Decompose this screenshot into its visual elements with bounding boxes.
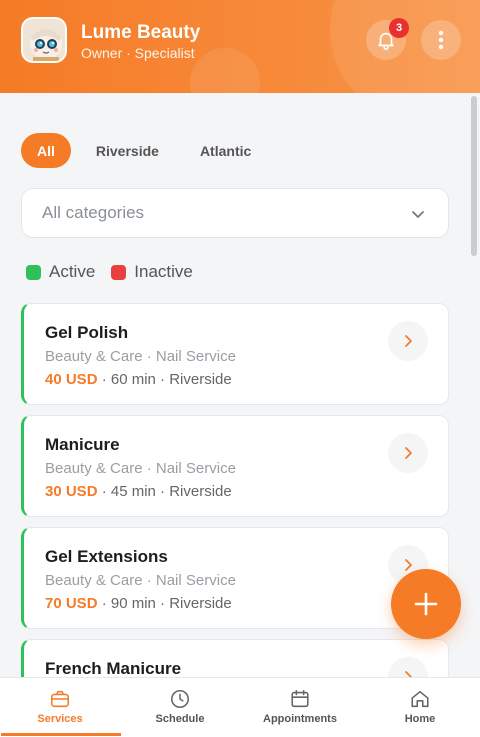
service-details: · 45 min · Riverside: [97, 483, 232, 500]
plus-icon: [414, 592, 438, 616]
service-price: 30 USD: [45, 483, 98, 500]
legend-active: Active: [26, 262, 95, 282]
service-price: 70 USD: [45, 595, 98, 612]
home-icon: [411, 690, 429, 708]
nav-home-label: Home: [404, 713, 436, 725]
status-legend: Active Inactive: [26, 262, 209, 282]
service-category: Beauty & Care · Nail Service: [45, 348, 236, 365]
more-vertical-icon: [438, 30, 444, 50]
legend-inactive: Inactive: [111, 262, 193, 282]
service-category: Beauty & Care · Nail Service: [45, 572, 236, 589]
clock-icon: [170, 689, 190, 709]
notification-count-badge: 3: [389, 18, 409, 38]
header-decoration: [190, 48, 260, 93]
chevron-down-icon: [412, 211, 424, 218]
notifications-button[interactable]: 3: [366, 18, 409, 60]
avatar[interactable]: [21, 17, 67, 63]
open-service-button[interactable]: [388, 321, 428, 361]
inactive-swatch: [111, 264, 127, 280]
scrollbar-thumb[interactable]: [471, 96, 477, 256]
nav-services[interactable]: Services: [0, 678, 121, 737]
briefcase-icon: [50, 690, 70, 708]
bottom-navigation: Services Schedule Appointments Home: [0, 677, 480, 737]
nav-schedule-label: Schedule: [155, 713, 205, 725]
app-header: Lume Beauty Owner · Specialist 3: [0, 0, 480, 93]
legend-inactive-label: Inactive: [134, 262, 193, 281]
service-card[interactable]: Manicure Beauty & Care · Nail Service 30…: [21, 415, 449, 517]
category-select-value: All categories: [42, 203, 145, 222]
chevron-right-icon: [405, 559, 412, 571]
nav-home[interactable]: Home: [360, 678, 480, 737]
active-swatch: [26, 264, 41, 280]
service-name: French Manicure: [45, 659, 182, 678]
business-name: Lume Beauty: [81, 22, 201, 43]
legend-active-label: Active: [49, 262, 96, 281]
tab-riverside[interactable]: Riverside: [80, 133, 175, 168]
avatar-icon: [23, 19, 65, 61]
service-meta: 40 USD · 60 min · Riverside: [45, 371, 232, 388]
nav-appointments-label: Appointments: [263, 713, 337, 725]
chevron-right-icon: [405, 335, 412, 347]
chevron-right-icon: [405, 447, 412, 459]
nav-appointments[interactable]: Appointments: [240, 678, 360, 737]
category-select[interactable]: All categories: [21, 188, 449, 238]
calendar-icon: [291, 689, 309, 708]
location-tabs: All Riverside Atlantic: [21, 133, 267, 168]
service-name: Gel Polish: [45, 323, 129, 342]
user-role: Owner · Specialist: [81, 45, 195, 61]
service-details: · 60 min · Riverside: [97, 371, 232, 388]
service-price: 40 USD: [45, 371, 98, 388]
service-card[interactable]: Gel Extensions Beauty & Care · Nail Serv…: [21, 527, 449, 629]
service-name: Manicure: [45, 435, 120, 454]
nav-schedule[interactable]: Schedule: [120, 678, 240, 737]
open-service-button[interactable]: [388, 433, 428, 473]
service-meta: 70 USD · 90 min · Riverside: [45, 595, 232, 612]
more-options-button[interactable]: [421, 20, 461, 60]
service-name: Gel Extensions: [45, 547, 168, 566]
service-category: Beauty & Care · Nail Service: [45, 460, 236, 477]
add-service-button[interactable]: [391, 569, 461, 639]
tab-atlantic[interactable]: Atlantic: [184, 133, 267, 168]
nav-services-label: Services: [37, 713, 83, 725]
service-meta: 30 USD · 45 min · Riverside: [45, 483, 232, 500]
tab-all[interactable]: All: [21, 133, 71, 168]
service-card[interactable]: Gel Polish Beauty & Care · Nail Service …: [21, 303, 449, 405]
service-details: · 90 min · Riverside: [97, 595, 232, 612]
